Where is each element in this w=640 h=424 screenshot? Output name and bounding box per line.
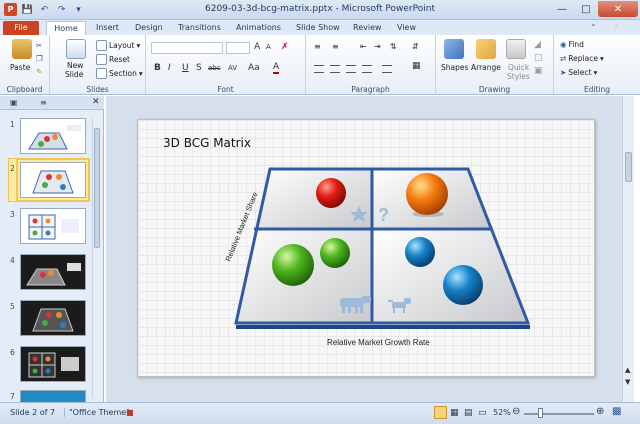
slide-counter: Slide 2 of 7: [10, 408, 56, 417]
cash-cow-large-green-ball: [272, 244, 314, 286]
theme-name: "Office Theme": [64, 408, 130, 417]
fit-to-window-icon[interactable]: ▩: [612, 406, 621, 417]
question-mark-icon: ?: [378, 205, 389, 225]
zoom-slider-thumb[interactable]: [538, 408, 543, 418]
zoom-slider[interactable]: [524, 413, 594, 415]
cash-cow-small-green-ball: [320, 238, 350, 268]
bcg-matrix-graphic: ? Relative Market Share Relative Market …: [224, 167, 531, 347]
zoom-in-icon[interactable]: ⊕: [596, 406, 604, 417]
status-bar: Slide 2 of 7 "Office Theme" ■ ▦ ▤ ▭ 52% …: [0, 402, 640, 424]
zoom-out-icon[interactable]: ⊖: [512, 406, 520, 417]
zoom-level[interactable]: 52%: [493, 408, 511, 417]
spelling-check-icon[interactable]: ■: [126, 408, 134, 417]
normal-view-icon[interactable]: [434, 406, 447, 419]
question-mark-red-ball: [316, 178, 346, 208]
dog-large-blue-ball: [443, 265, 483, 305]
x-axis-label[interactable]: Relative Market Growth Rate: [327, 338, 430, 347]
dog-small-blue-ball: [405, 237, 435, 267]
matrix-base-edge: [236, 325, 530, 329]
slide-sorter-icon[interactable]: ▦: [450, 408, 459, 418]
reading-view-icon[interactable]: ▤: [464, 408, 473, 418]
slide-show-icon[interactable]: ▭: [478, 408, 487, 418]
star-orange-ball: [406, 173, 448, 215]
